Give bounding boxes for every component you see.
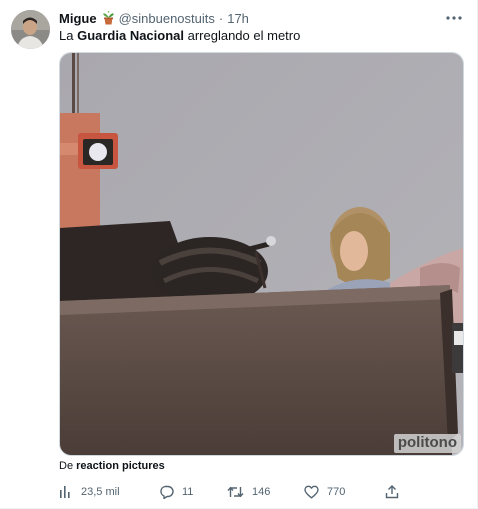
avatar[interactable]: [11, 10, 50, 49]
media-attribution: De reaction pictures: [59, 460, 165, 472]
tweet-text-bold: Guardia Nacional: [77, 28, 184, 43]
tweet-text: La Guardia Nacional arreglando el metro: [59, 28, 300, 44]
retweet-icon: [227, 486, 244, 498]
reply-button[interactable]: 11: [159, 482, 193, 502]
watermark-text: politono: [397, 434, 457, 451]
tweet-card[interactable]: Migue @sinbuenostuits · 17h La Guardia N…: [0, 0, 478, 509]
attribution-link[interactable]: reaction pictures: [76, 460, 165, 472]
tweet-media-video[interactable]: politono: [59, 52, 464, 456]
author-handle[interactable]: @sinbuenostuits: [119, 11, 215, 26]
like-button[interactable]: 770: [304, 482, 345, 502]
reply-icon: [160, 485, 174, 499]
share-button[interactable]: [385, 482, 399, 502]
separator-dot: ·: [218, 10, 224, 26]
author-display-name[interactable]: Migue: [59, 11, 97, 26]
avatar-image: [11, 10, 50, 49]
views-count: 23,5 mil: [81, 486, 120, 498]
more-options-button[interactable]: [444, 8, 464, 28]
retweet-button[interactable]: 146: [227, 482, 270, 502]
attribution-prefix: De: [59, 460, 77, 472]
watermark-badge: politono: [393, 434, 461, 453]
action-bar: 23,5 mil 11 146 770: [59, 482, 464, 502]
likes-count: 770: [327, 486, 346, 498]
analytics-icon: [60, 486, 70, 498]
tweet-text-prefix: La: [59, 28, 78, 43]
more-dots-icon: [446, 16, 462, 20]
views-button[interactable]: 23,5 mil: [59, 482, 120, 502]
heart-icon: [304, 485, 319, 499]
potted-plant-icon: [102, 11, 115, 25]
replies-count: 11: [182, 486, 194, 498]
retweets-count: 146: [252, 486, 271, 498]
share-icon: [385, 485, 399, 499]
tweet-text-suffix: arreglando el metro: [184, 28, 301, 43]
tweet-header: Migue @sinbuenostuits · 17h: [59, 9, 249, 27]
media-frame-image: [60, 53, 463, 455]
tweet-timestamp[interactable]: 17h: [227, 11, 249, 26]
